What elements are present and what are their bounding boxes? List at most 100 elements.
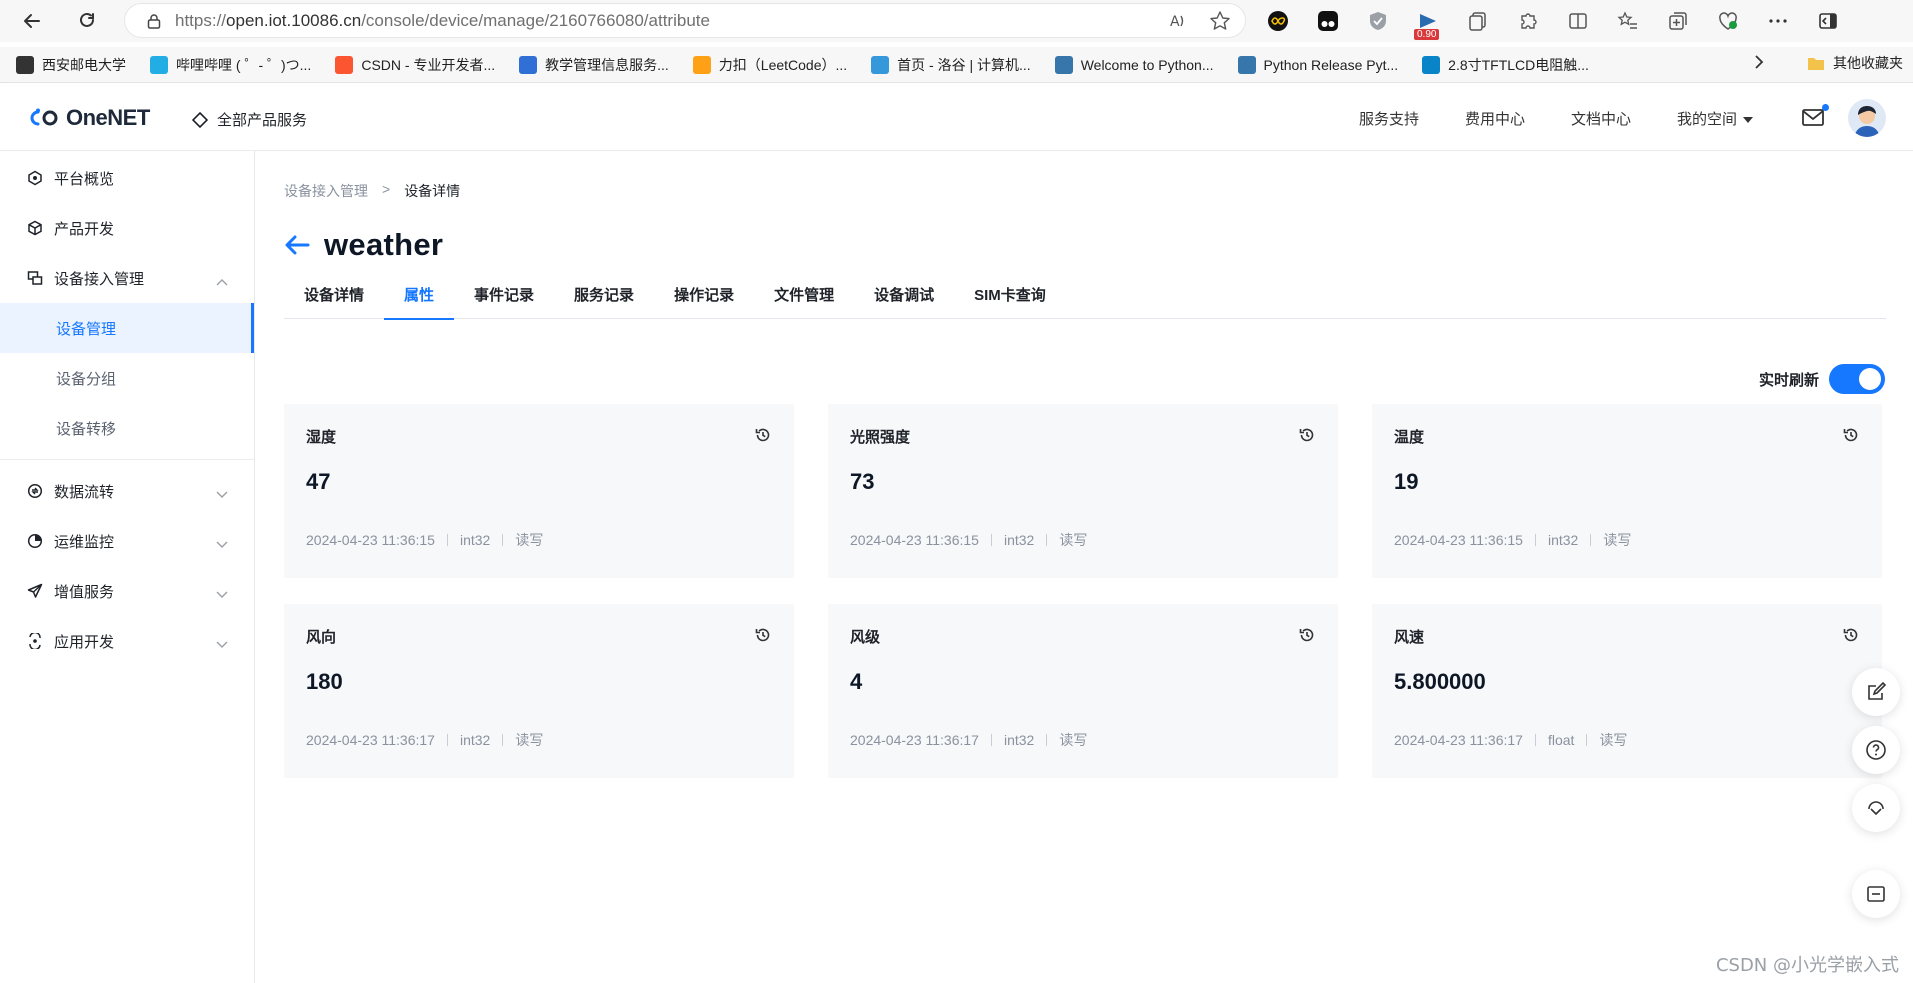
meta-divider xyxy=(1534,734,1536,746)
avatar[interactable] xyxy=(1848,99,1886,137)
site-icon xyxy=(1422,55,1441,74)
leetcode-icon xyxy=(692,55,711,74)
meta-divider xyxy=(446,734,448,746)
bookmark-item[interactable]: 哔哩哔哩 ( ゜- ゜)つ... xyxy=(150,55,311,75)
csdn-icon xyxy=(335,55,354,74)
my-space-dropdown[interactable]: 我的空间 xyxy=(1677,108,1753,129)
tab-3[interactable]: 服务记录 xyxy=(554,275,654,319)
sidebar-item-overview[interactable]: 平台概览 xyxy=(0,153,254,203)
chevron-right-icon[interactable] xyxy=(1753,55,1765,72)
history-icon[interactable] xyxy=(1298,426,1316,444)
sidebar-sub-device-transfer[interactable]: 设备转移 xyxy=(0,403,254,453)
other-bookmarks-folder[interactable]: 其他收藏夹 xyxy=(1807,53,1903,73)
sidebar-sub-device-group[interactable]: 设备分组 xyxy=(0,353,254,403)
history-icon[interactable] xyxy=(754,426,772,444)
tab-5[interactable]: 文件管理 xyxy=(754,275,854,319)
all-products-label: 全部产品服务 xyxy=(217,112,308,129)
mail-icon[interactable] xyxy=(1801,104,1829,130)
monitor-icon xyxy=(26,532,44,550)
extensions-puzzle-icon[interactable] xyxy=(1512,5,1544,37)
infinity-extension-icon[interactable] xyxy=(1262,5,1294,37)
sidebar-item-label: 应用开发 xyxy=(54,633,115,651)
sidebar-item-label: 产品开发 xyxy=(54,220,115,238)
history-icon[interactable] xyxy=(1298,626,1316,644)
bookmark-item[interactable]: Python Release Pyt... xyxy=(1237,55,1398,74)
speed-extension-icon[interactable]: 0.90 xyxy=(1412,5,1444,40)
property-meta: 2024-04-23 11:36:15 int32 读写 xyxy=(850,530,1087,550)
tab-7[interactable]: SIM卡查询 xyxy=(954,275,1066,319)
property-time: 2024-04-23 11:36:15 xyxy=(306,532,435,548)
history-icon[interactable] xyxy=(1842,426,1860,444)
device-icon xyxy=(26,269,44,287)
sidebar-item-app-dev[interactable]: 应用开发 xyxy=(0,616,254,666)
sidebar-item-value-added[interactable]: 增值服务 xyxy=(0,566,254,616)
history-icon[interactable] xyxy=(1842,626,1860,644)
split-screen-icon[interactable] xyxy=(1562,5,1594,37)
property-meta: 2024-04-23 11:36:17 int32 读写 xyxy=(850,730,1087,750)
bookmark-item[interactable]: CSDN - 专业开发者... xyxy=(335,55,495,75)
onenet-logo[interactable]: OneNET xyxy=(28,105,150,131)
help-question-icon[interactable] xyxy=(1852,726,1900,774)
tab-2[interactable]: 事件记录 xyxy=(454,275,554,319)
sidebar-item-data-flow[interactable]: 数据流转 xyxy=(0,466,254,516)
tampermonkey-icon[interactable] xyxy=(1312,5,1344,37)
main-content: 设备接入管理 > 设备详情 weather 设备详情 属性 事件记录 服务记录 操作记录… xyxy=(256,151,1913,983)
onenet-logo-icon xyxy=(30,108,58,126)
property-time: 2024-04-23 11:36:17 xyxy=(306,732,435,748)
property-meta: 2024-04-23 11:36:15 int32 读写 xyxy=(1394,530,1631,550)
header-link-support[interactable]: 服务支持 xyxy=(1359,108,1419,129)
sidebar-item-ops-monitor[interactable]: 运维监控 xyxy=(0,516,254,566)
property-type: int32 xyxy=(459,532,491,548)
realtime-refresh: 实时刷新 xyxy=(1759,364,1885,394)
bookmark-item[interactable]: Welcome to Python... xyxy=(1054,55,1214,74)
url-text[interactable]: https://open.iot.10086.cn/console/device… xyxy=(175,11,710,31)
meta-divider xyxy=(446,534,448,546)
bookmark-item[interactable]: 力扣（LeetCode）... xyxy=(692,55,847,75)
breadcrumb-item-device-access[interactable]: 设备接入管理 xyxy=(284,181,368,201)
property-value: 73 xyxy=(850,469,875,494)
sidebar-item-product-dev[interactable]: 产品开发 xyxy=(0,203,254,253)
all-products-menu[interactable]: 全部产品服务 xyxy=(192,109,307,130)
floating-tools xyxy=(1852,668,1900,832)
more-menu-icon[interactable] xyxy=(1762,5,1794,37)
back-icon[interactable] xyxy=(16,5,48,37)
bookmark-item[interactable]: 首页 - 洛谷 | 计算机... xyxy=(871,55,1031,75)
property-time: 2024-04-23 11:36:17 xyxy=(850,732,979,748)
property-meta: 2024-04-23 11:36:15 int32 读写 xyxy=(306,530,543,550)
sidebar: 平台概览 产品开发 设备接入管理 设备管理 设备分组 设备转移 数据流转 运维监… xyxy=(0,151,255,983)
header-link-docs[interactable]: 文档中心 xyxy=(1571,108,1631,129)
shield-icon[interactable] xyxy=(1362,5,1394,37)
tab-0[interactable]: 设备详情 xyxy=(284,275,384,319)
customer-service-icon[interactable] xyxy=(1852,784,1900,832)
favorites-list-icon[interactable] xyxy=(1612,5,1644,37)
browser-essentials-icon[interactable] xyxy=(1712,5,1744,37)
sidebar-item-label: 数据流转 xyxy=(54,483,115,501)
toggle-knob xyxy=(1859,368,1881,390)
extension-badge: 0.90 xyxy=(1414,29,1440,40)
tab-4[interactable]: 操作记录 xyxy=(654,275,754,319)
bookmark-item[interactable]: 2.8寸TFTLCD电阻触... xyxy=(1422,55,1589,75)
sidebar-item-device-access[interactable]: 设备接入管理 xyxy=(0,253,254,303)
collections-icon[interactable] xyxy=(1662,5,1694,37)
bookmark-item[interactable]: 教学管理信息服务... xyxy=(519,55,669,75)
copy-pages-icon[interactable] xyxy=(1462,5,1494,37)
tab-1[interactable]: 属性 xyxy=(384,275,455,320)
realtime-refresh-label: 实时刷新 xyxy=(1758,371,1819,389)
refresh-icon[interactable] xyxy=(71,5,103,37)
back-arrow-icon[interactable] xyxy=(284,234,310,256)
other-bookmarks-label: 其他收藏夹 xyxy=(1833,55,1903,71)
lock-icon[interactable] xyxy=(145,12,163,30)
edit-note-icon[interactable] xyxy=(1852,668,1900,716)
collapse-panel-icon[interactable] xyxy=(1852,870,1900,918)
bookmark-item[interactable]: 西安邮电大学 xyxy=(16,55,126,75)
read-aloud-icon[interactable]: A xyxy=(1167,10,1189,37)
sidebar-sub-device-manage[interactable]: 设备管理 xyxy=(0,303,254,353)
property-access: 读写 xyxy=(515,732,544,748)
header-link-billing[interactable]: 费用中心 xyxy=(1465,108,1525,129)
address-bar[interactable]: https://open.iot.10086.cn/console/device… xyxy=(124,3,1246,38)
favorite-star-icon[interactable] xyxy=(1209,10,1231,37)
history-icon[interactable] xyxy=(754,626,772,644)
realtime-refresh-toggle[interactable] xyxy=(1829,364,1885,394)
tab-6[interactable]: 设备调试 xyxy=(854,275,954,319)
sidebar-toggle-icon[interactable] xyxy=(1812,5,1844,37)
